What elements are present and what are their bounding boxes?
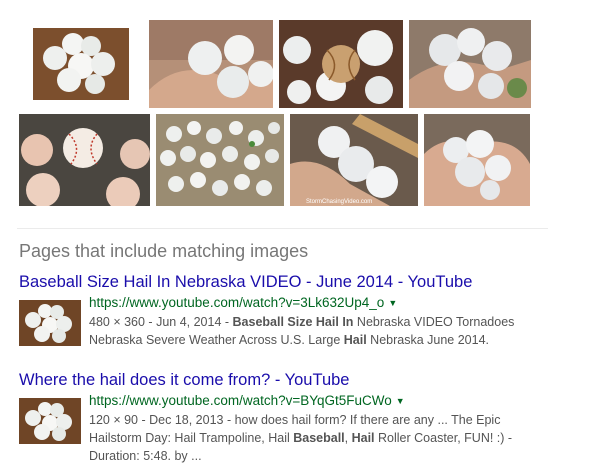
image-result-3-picture [279, 20, 403, 108]
image-result-2-picture [149, 20, 273, 108]
image-result-6-picture [156, 114, 284, 206]
snippet-text: Roller Coaster, FUN! :) - [374, 431, 513, 445]
result-snippet: 120 × 90 - Dec 18, 2013 - how does hail … [89, 411, 569, 465]
result-meta: https://www.youtube.com/watch?v=BYqGt5Fu… [89, 392, 569, 465]
result-item-2: Where the hail does it come from? - YouT… [19, 370, 579, 465]
snippet-bold: Hail [343, 333, 367, 347]
image-result-7[interactable]: StormChasingVideo.com [290, 114, 418, 206]
result-body: https://www.youtube.com/watch?v=3Lk632Up… [19, 294, 579, 364]
result-url-text[interactable]: https://www.youtube.com/watch?v=BYqGt5Fu… [89, 393, 392, 408]
image-result-7-picture: StormChasingVideo.com [290, 114, 418, 206]
image-result-4-picture [409, 20, 531, 108]
divider [17, 228, 548, 229]
snippet-bold: Baseball [232, 315, 284, 329]
result-url: https://www.youtube.com/watch?v=3Lk632Up… [89, 294, 569, 312]
snippet-text: Duration: 5:48. by ... [89, 449, 202, 463]
snippet-text: 120 × 90 - Dec 18, 2013 - how does hail … [89, 413, 501, 427]
image-result-4[interactable] [409, 20, 531, 108]
image-result-1-picture [33, 28, 129, 100]
url-dropdown-arrow-icon[interactable]: ▼ [388, 295, 397, 312]
result-title-link[interactable]: Baseball Size Hail In Nebraska VIDEO - J… [19, 272, 579, 292]
snippet-bold: Size Hail [287, 315, 339, 329]
result-url: https://www.youtube.com/watch?v=BYqGt5Fu… [89, 392, 569, 410]
result-title-link[interactable]: Where the hail does it come from? - YouT… [19, 370, 579, 390]
snippet-text: 480 × 360 - Jun 4, 2014 - [89, 315, 233, 329]
image-result-5[interactable] [19, 114, 150, 206]
image-result-1[interactable] [33, 28, 129, 100]
image-result-6[interactable] [156, 114, 284, 206]
result-thumbnail[interactable] [19, 300, 81, 346]
result-thumbnail-picture [19, 398, 81, 444]
snippet-text: Nebraska Severe Weather Across U.S. Larg… [89, 333, 344, 347]
section-heading: Pages that include matching images [19, 241, 309, 261]
result-item-1: Baseball Size Hail In Nebraska VIDEO - J… [19, 272, 579, 364]
image-result-5-picture [19, 114, 150, 206]
snippet-text: Hailstorm Day: Hail Trampoline, Hail [89, 431, 294, 445]
image-result-3[interactable] [279, 20, 403, 108]
image-result-8[interactable] [424, 114, 530, 206]
result-thumbnail-picture [19, 300, 81, 346]
search-results-page: StormChasingVideo.com Pages that include… [0, 0, 593, 475]
result-url-text[interactable]: https://www.youtube.com/watch?v=3Lk632Up… [89, 295, 384, 310]
image-result-2[interactable] [149, 20, 273, 108]
snippet-text: , [344, 431, 352, 445]
url-dropdown-arrow-icon[interactable]: ▼ [396, 393, 405, 410]
result-thumbnail[interactable] [19, 398, 81, 444]
snippet-bold: In [342, 315, 354, 329]
result-body: https://www.youtube.com/watch?v=BYqGt5Fu… [19, 392, 579, 465]
snippet-bold: Baseball [293, 431, 345, 445]
image-result-8-picture [424, 114, 530, 206]
watermark-text: StormChasingVideo.com [306, 199, 372, 205]
snippet-text: Nebraska VIDEO Tornadoes [353, 315, 515, 329]
snippet-bold: Hail [351, 431, 375, 445]
result-meta: https://www.youtube.com/watch?v=3Lk632Up… [89, 294, 569, 349]
result-snippet: 480 × 360 - Jun 4, 2014 - Baseball Size … [89, 313, 569, 349]
snippet-text: Nebraska June 2014. [366, 333, 489, 347]
